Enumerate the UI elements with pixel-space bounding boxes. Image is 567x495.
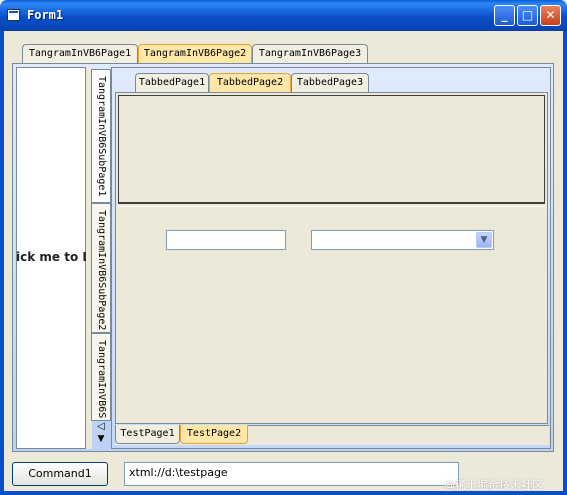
tab-test-page1[interactable]: TestPage1 [115,425,180,444]
scroll-up-icon[interactable]: ◁ [93,421,109,433]
scroll-down-icon[interactable]: ▼ [93,433,109,445]
tab-tabbed-page1[interactable]: TabbedPage1 [135,73,209,92]
tab-outer-page1[interactable]: TangramInVB6Page1 [22,44,138,63]
tab-outer-page3[interactable]: TangramInVB6Page3 [252,44,368,63]
click-me-label[interactable]: ick me to D [16,250,86,266]
app-icon[interactable] [7,9,20,21]
url-input[interactable]: xtml://d:\testpage [124,462,459,486]
side-tab-subpage1[interactable]: TangramInVB6SubPage1 [91,69,111,203]
minimize-button[interactable]: _ [494,5,515,26]
maximize-icon: □ [521,8,534,22]
tab-test-page2[interactable]: TestPage2 [180,425,248,444]
upper-pane [118,95,545,204]
text-input[interactable] [166,230,286,250]
window-frame-right [563,31,567,495]
minimize-icon: _ [501,8,508,22]
close-icon: ✕ [545,8,556,22]
maximize-button[interactable]: □ [517,5,538,26]
side-tab-subpage2[interactable]: TangramInVB6SubPage2 [91,203,111,333]
tab-tabbed-page3[interactable]: TabbedPage3 [291,73,369,92]
combo-box[interactable] [311,230,494,250]
tab-tabbed-page2[interactable]: TabbedPage2 [209,73,291,93]
window-frame-left [0,31,4,495]
window-title: Form1 [27,8,64,22]
command1-button[interactable]: Command1 [12,462,108,486]
dropdown-arrow-icon[interactable]: ▼ [476,232,492,248]
side-tab-subpage3[interactable]: TangramInVB6S [91,333,111,421]
tab-outer-page2[interactable]: TangramInVB6Page2 [138,44,252,64]
close-button[interactable]: ✕ [540,5,561,26]
title-bar[interactable] [0,0,567,31]
watermark: @稀土掘金技术社区 [444,479,543,492]
